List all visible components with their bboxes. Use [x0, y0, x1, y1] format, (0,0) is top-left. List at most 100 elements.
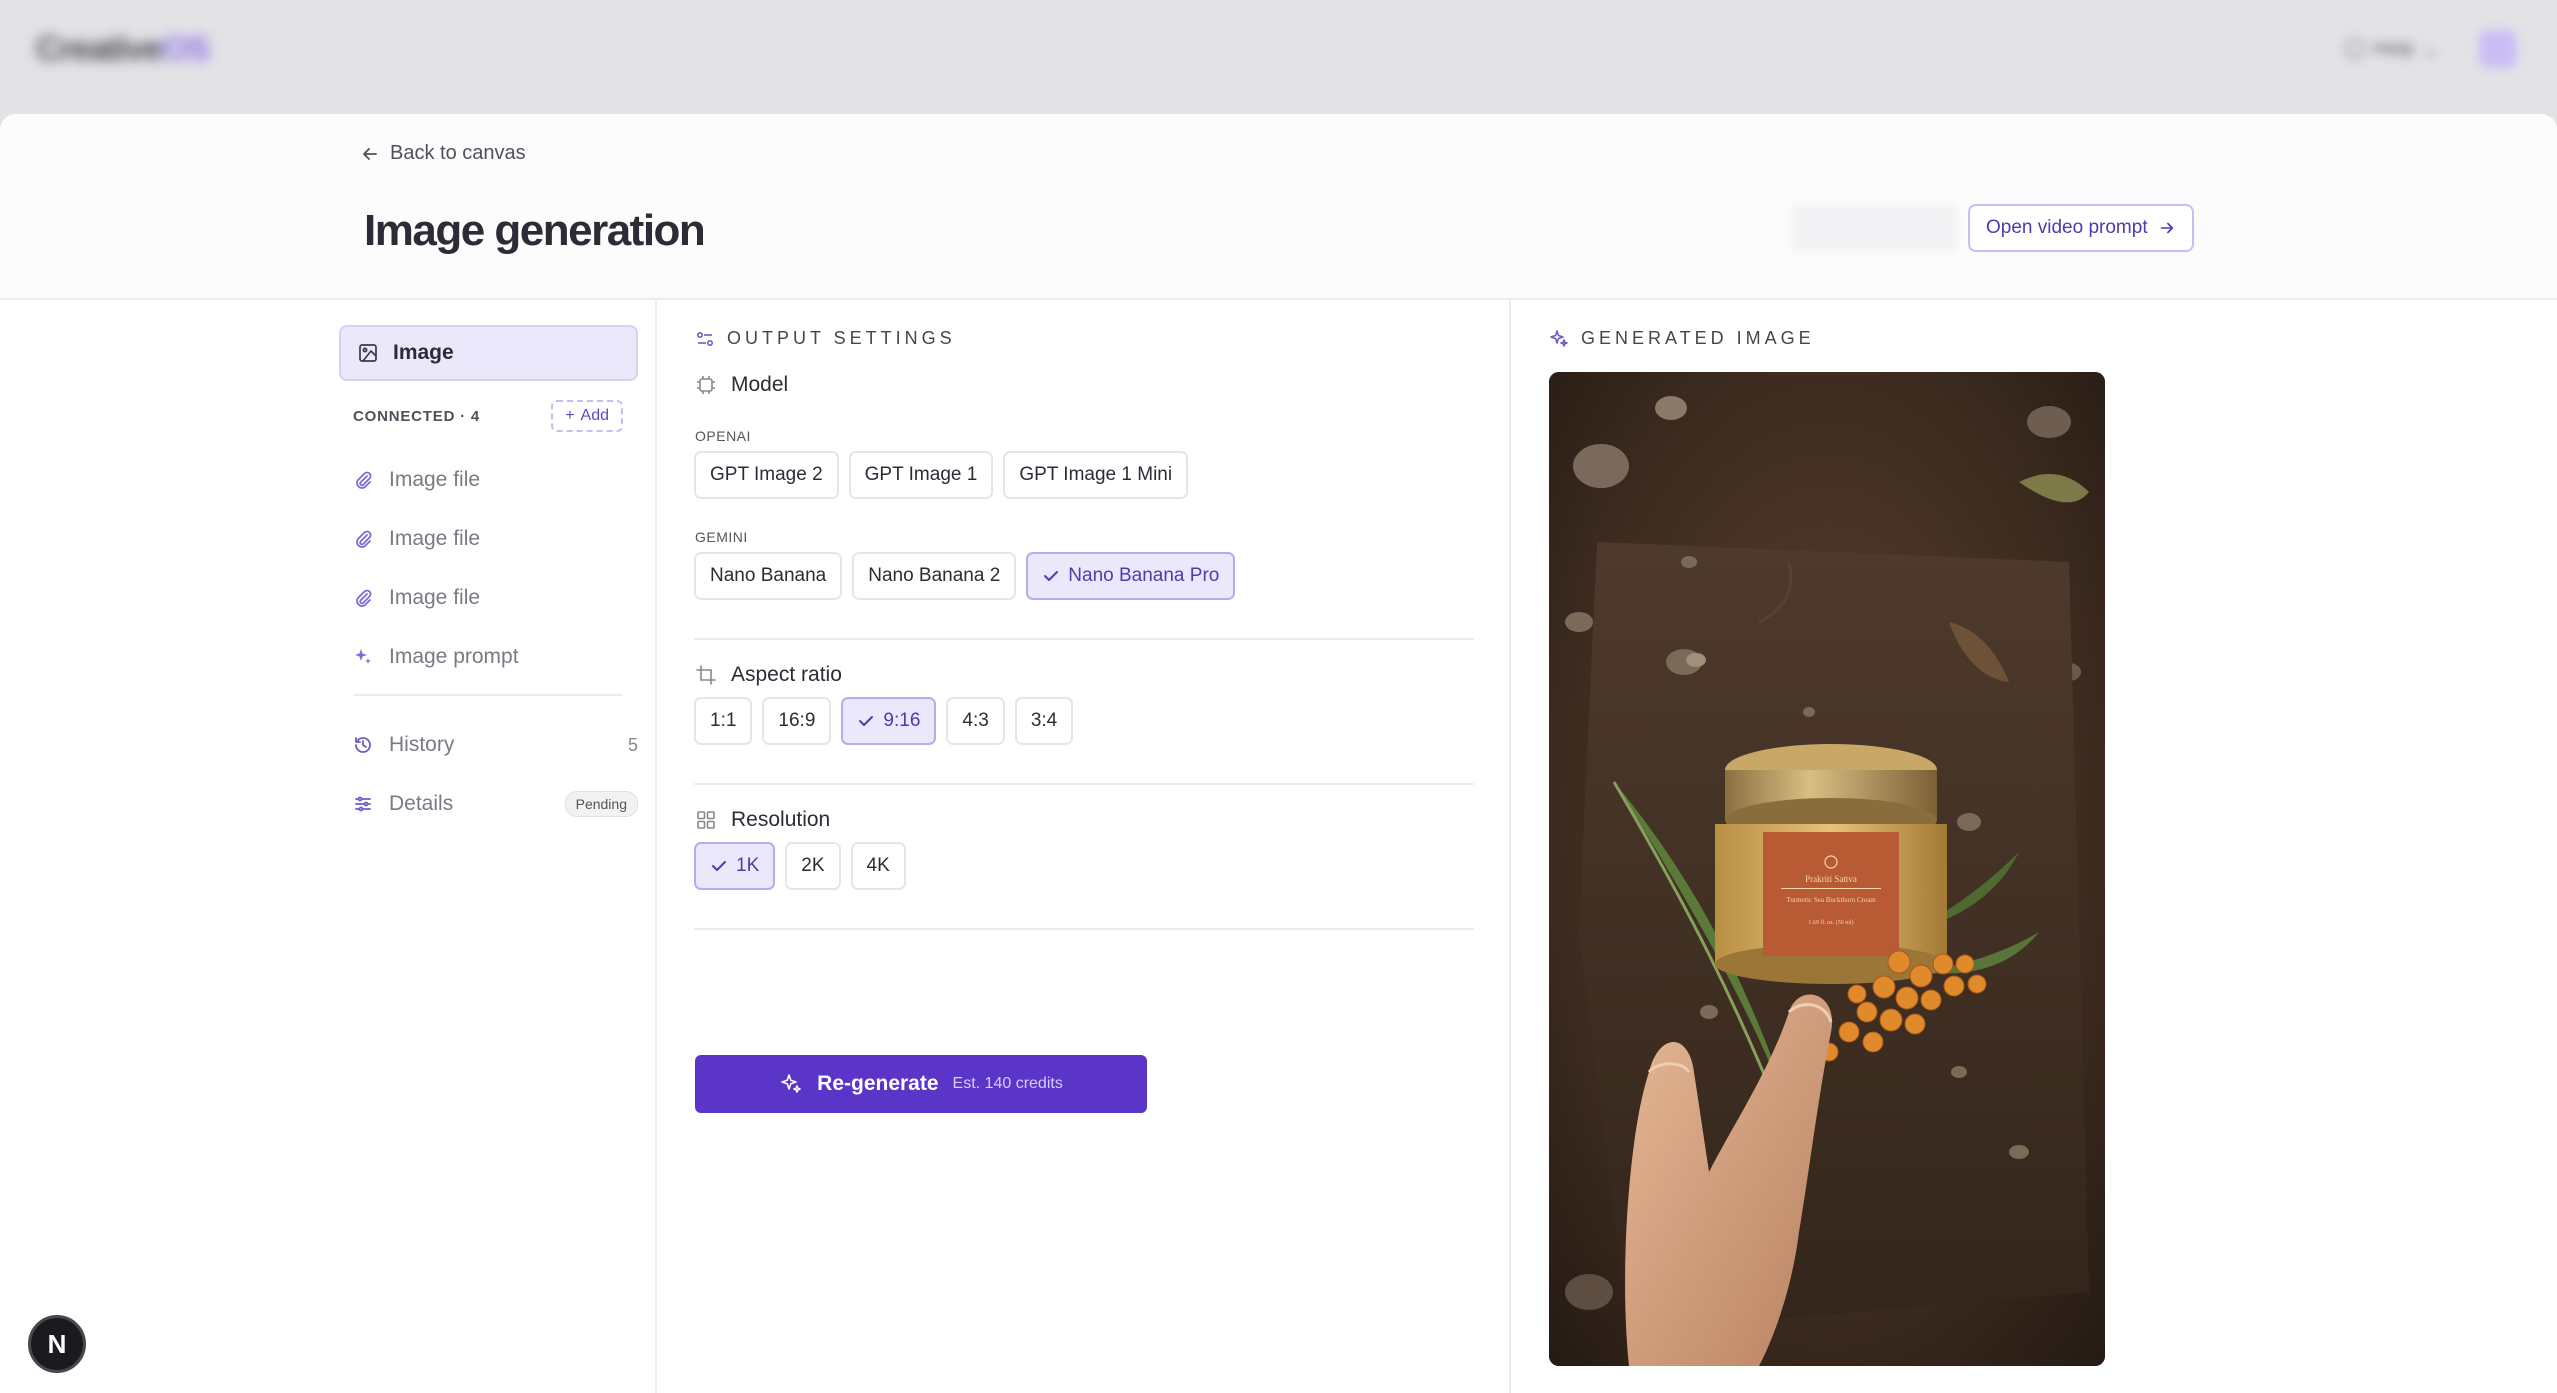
model-option[interactable]: GPT Image 1	[848, 451, 994, 499]
section-title: GENERATED IMAGE	[1581, 328, 1815, 348]
resolution-option-label: 4K	[866, 855, 890, 876]
sidebar-item-image-prompt[interactable]: Image prompt	[353, 637, 638, 677]
sparkle-icon	[1550, 329, 1568, 347]
model-option-label: Nano Banana 2	[868, 565, 1001, 586]
aspect-option[interactable]: 3:4	[1014, 697, 1074, 745]
aspect-ratio-label: Aspect ratio	[731, 663, 842, 686]
model-option[interactable]: Nano Banana	[694, 552, 843, 600]
top-right-controls: Help ⌄	[2345, 30, 2517, 68]
sidebar-item-label: Image prompt	[389, 645, 519, 668]
arrow-right-icon	[2160, 222, 2173, 234]
model-label: Model	[731, 373, 789, 396]
sidebar-item-image-file[interactable]: Image file	[353, 578, 638, 618]
open-video-prompt-button[interactable]: Open video prompt	[1968, 204, 2194, 252]
model-option[interactable]: Nano Banana 2	[852, 552, 1017, 600]
section-divider	[694, 783, 1474, 785]
model-option[interactable]: GPT Image 1 Mini	[1003, 451, 1189, 499]
dev-tools-badge[interactable]: N	[28, 1315, 86, 1373]
header-placeholder	[1790, 204, 1958, 252]
help-label: Help	[2373, 37, 2415, 60]
resolution-heading: Resolution	[695, 808, 830, 832]
crop-icon	[696, 665, 716, 685]
generated-image-panel: GENERATED IMAGE Prakriti Sattva Turmeric…	[1513, 300, 2557, 1393]
video-button-label: Open video prompt	[1986, 217, 2148, 238]
connected-header: CONNECTED · 4 + Add	[353, 400, 623, 432]
brand-main: Creative	[36, 30, 163, 68]
brand-accent: OS	[162, 30, 210, 68]
sidebar-item-image-file[interactable]: Image file	[353, 460, 638, 500]
aspect-option[interactable]: 1:1	[694, 697, 753, 745]
sidebar-item-label: Details	[389, 792, 454, 815]
model-option-label: GPT Image 2	[710, 464, 823, 485]
generated-image[interactable]: Prakriti Sattva Turmeric Sea Buckthorn C…	[1549, 372, 2105, 1366]
avatar[interactable]	[2479, 30, 2517, 68]
sidebar-item-label: Image file	[389, 527, 481, 550]
aspect-option-label: 16:9	[778, 710, 816, 731]
model-option[interactable]: GPT Image 2	[694, 451, 839, 499]
aspect-ratio-chips: 1:1 16:9 9:16 4:3 3:4	[694, 697, 1074, 745]
top-app-bar: CreativeOS Help ⌄	[0, 0, 2557, 114]
product-photo: Prakriti Sattva Turmeric Sea Buckthorn C…	[1549, 372, 2105, 1366]
arrow-left-icon	[363, 147, 377, 160]
sidebar-item-details[interactable]: Details Pending	[353, 784, 638, 824]
chevron-down-icon: ⌄	[2422, 38, 2439, 61]
sparkle-icon	[781, 1074, 801, 1093]
sidebar-item-image[interactable]: Image	[339, 325, 638, 381]
openai-model-options: GPT Image 2 GPT Image 1 GPT Image 1 Mini	[694, 451, 1189, 499]
grid-icon	[697, 811, 715, 829]
resolution-option[interactable]: 2K	[785, 842, 841, 890]
output-settings-panel: OUTPUT SETTINGS Model OPENAI GPT Image 2…	[659, 300, 1511, 1393]
help-icon	[2345, 39, 2366, 59]
provider-label-gemini: GEMINI	[695, 529, 748, 545]
sliders-icon	[355, 796, 371, 812]
status-badge: Pending	[564, 791, 638, 817]
sidebar-item-label: History	[389, 733, 455, 756]
page-title: Image generation	[364, 206, 706, 255]
generated-image-heading: GENERATED IMAGE	[1549, 328, 1815, 349]
sidebar-item-history[interactable]: History 5	[353, 725, 638, 765]
resolution-label: Resolution	[731, 808, 831, 831]
left-sidebar: Image CONNECTED · 4 + Add Image file Ima…	[0, 300, 657, 1393]
check-icon	[1044, 571, 1059, 581]
sidebar-item-image-file[interactable]: Image file	[353, 519, 638, 559]
sidebar-divider	[353, 694, 623, 696]
resolution-options: 1K 2K 4K	[694, 842, 906, 890]
add-connection-button[interactable]: + Add	[551, 400, 623, 432]
aspect-option[interactable]: 4:3	[946, 697, 1005, 745]
paperclip-icon	[356, 471, 372, 489]
section-divider	[694, 928, 1474, 930]
model-heading: Model	[695, 373, 788, 397]
gemini-model-options: Nano Banana Nano Banana 2 Nano Banana Pr…	[694, 552, 1236, 600]
add-label: Add	[580, 407, 609, 424]
paperclip-icon	[356, 589, 372, 607]
paperclip-icon	[356, 530, 372, 548]
back-to-canvas-link[interactable]: Back to canvas	[360, 142, 526, 165]
resolution-option-selected[interactable]: 1K	[694, 842, 776, 890]
aspect-option-label: 9:16	[883, 710, 921, 731]
check-icon	[712, 861, 726, 871]
regenerate-button[interactable]: Re-generate Est. 140 credits	[695, 1055, 1147, 1113]
resolution-option-label: 2K	[801, 855, 825, 876]
aspect-option-label: 4:3	[962, 710, 989, 731]
model-option-selected[interactable]: Nano Banana Pro	[1026, 552, 1236, 600]
provider-label-openai: OPENAI	[695, 428, 751, 444]
aspect-option-selected[interactable]: 9:16	[841, 697, 937, 745]
model-option-label: GPT Image 1 Mini	[1019, 464, 1173, 485]
aspect-option-label: 1:1	[710, 710, 737, 731]
history-count: 5	[627, 734, 638, 755]
resolution-option[interactable]: 4K	[850, 842, 906, 890]
check-icon	[859, 716, 874, 726]
help-menu[interactable]: Help ⌄	[2345, 37, 2439, 62]
sidebar-item-label: Image file	[389, 468, 481, 491]
output-settings-heading: OUTPUT SETTINGS	[695, 328, 956, 349]
model-option-label: GPT Image 1	[864, 464, 978, 485]
model-option-label: Nano Banana	[710, 565, 827, 586]
credit-estimate: Est. 140 credits	[952, 1075, 1063, 1092]
brand-logo[interactable]: CreativeOS	[36, 30, 210, 69]
aspect-option[interactable]: 16:9	[762, 697, 832, 745]
resolution-option-label: 1K	[736, 855, 760, 876]
history-icon	[355, 737, 371, 753]
sidebar-item-label: Image file	[389, 586, 481, 609]
image-icon	[359, 344, 377, 362]
page-header: Back to canvas Image generation Open vid…	[0, 114, 2557, 300]
